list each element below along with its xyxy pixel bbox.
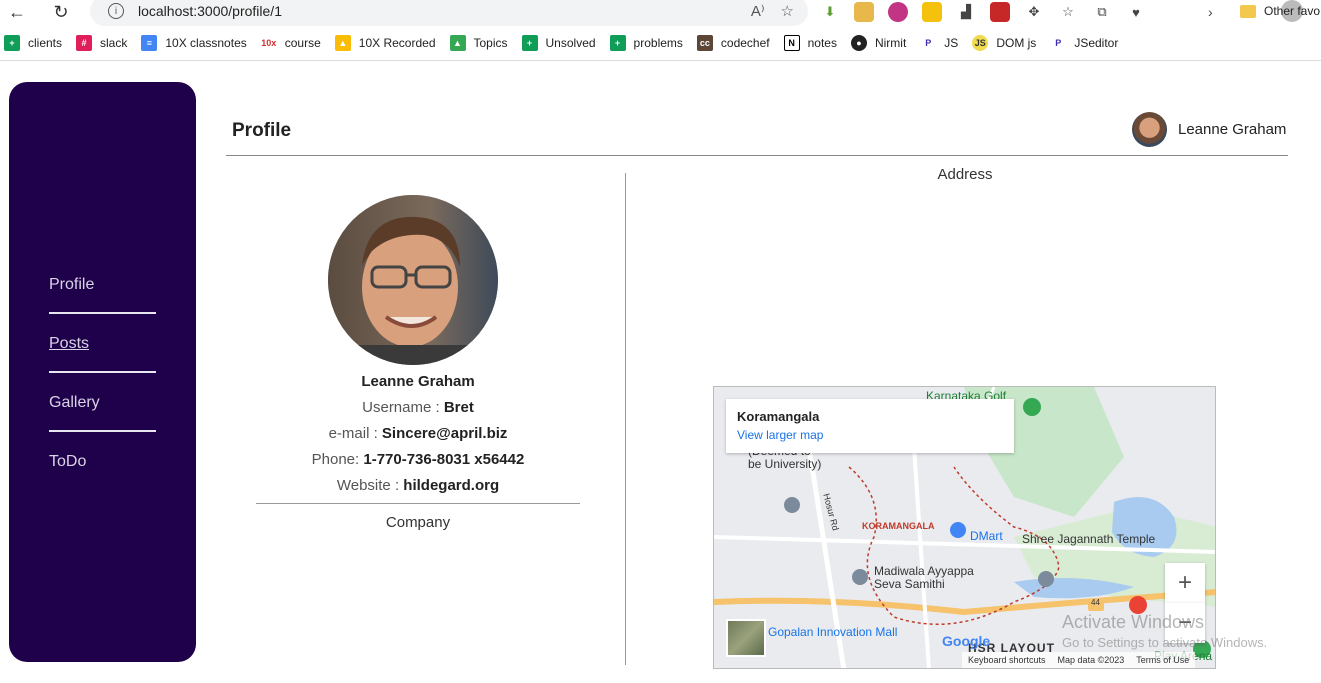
website-row: Website : hildegard.org: [336, 477, 500, 494]
sidebar-item-gallery[interactable]: Gallery: [49, 394, 156, 412]
bookmark-clients[interactable]: + clients: [4, 35, 62, 51]
profile-name: Leanne Graham: [361, 373, 475, 390]
chevron-right-icon[interactable]: ›: [1208, 4, 1213, 20]
map-label-koramangala: KORAMANGALA: [862, 521, 935, 531]
address-label: Address: [937, 166, 993, 183]
sidebar-item-posts[interactable]: Posts: [49, 335, 156, 353]
map-info-card: Koramangala View larger map: [726, 399, 1014, 453]
sidebar-divider: [49, 371, 156, 373]
avatar[interactable]: [1132, 112, 1167, 147]
column-divider: [625, 173, 626, 665]
bookmark-problems[interactable]: + problems: [609, 35, 683, 51]
username-row: Username : Bret: [362, 399, 474, 416]
map-footer: Keyboard shortcuts Map data ©2023 Terms …: [962, 652, 1196, 668]
map-label-gopalan: Gopalan Innovation Mall: [768, 625, 898, 639]
collections-icon[interactable]: ⧉: [1092, 2, 1112, 22]
p-icon: P: [920, 35, 937, 51]
back-icon[interactable]: ←: [2, 0, 32, 24]
email-value: Sincere@april.biz: [381, 425, 508, 442]
bookmark-course[interactable]: 10x course: [260, 35, 321, 51]
page-title: Profile: [232, 120, 292, 141]
header-divider: [226, 155, 1288, 156]
bookmark-10x-classnotes[interactable]: ≡ 10X classnotes: [141, 35, 247, 51]
sidebar-item-todo[interactable]: ToDo: [49, 453, 156, 471]
sidebar-divider: [49, 430, 156, 432]
course-icon: 10x: [260, 35, 277, 51]
p-icon: P: [1050, 35, 1067, 51]
js-icon: JS: [972, 35, 989, 51]
github-icon: ●: [850, 35, 867, 51]
map-place-name: Koramangala: [737, 409, 820, 424]
sidebar: Profile Posts Gallery ToDo: [9, 82, 196, 662]
zoom-in-button[interactable]: +: [1165, 563, 1205, 603]
sidebar-divider: [49, 312, 156, 314]
favorites-icon[interactable]: ☆: [1058, 2, 1078, 22]
phone-row: Phone: 1-770-736-8031 x56442: [311, 451, 525, 468]
bookmark-dom-js[interactable]: JS DOM js: [972, 35, 1036, 51]
bookmark-topics[interactable]: ▲ Topics: [449, 35, 508, 51]
profile-info: Leanne Graham Username : Bret e-mail : S…: [226, 370, 610, 500]
map-label-temple: Shree Jagannath Temple: [1022, 532, 1156, 546]
codechef-icon: cc: [696, 35, 713, 51]
username-value: Bret: [443, 399, 474, 416]
map-label-madiwala: Madiwala Ayyappa Seva Samithi: [874, 564, 974, 591]
site-info-icon[interactable]: i: [108, 3, 124, 19]
read-aloud-icon[interactable]: A⁾: [751, 2, 765, 20]
bookmark-nirmit[interactable]: ● Nirmit: [850, 35, 906, 51]
notion-icon: N: [783, 35, 800, 51]
extension-icon[interactable]: [888, 2, 908, 22]
sidebar-item-profile[interactable]: Profile: [49, 276, 156, 294]
add-favorite-icon[interactable]: ☆: [781, 2, 794, 20]
chrome-divider: [0, 60, 1321, 61]
user-menu[interactable]: Leanne Graham: [1132, 112, 1286, 147]
map-label-dmart: DMart: [970, 529, 1003, 543]
bookmark-notes[interactable]: Nnotes: [783, 35, 837, 51]
map-data-text: Map data ©2023: [1057, 655, 1125, 665]
extension-icon[interactable]: [990, 2, 1010, 22]
browser-toolbar: ← ↻ i localhost:3000/profile/1 A⁾ ☆ ⬇ ▟ …: [0, 0, 1321, 28]
company-label: Company: [385, 514, 451, 531]
bookmark-jseditor[interactable]: P JSeditor: [1050, 35, 1118, 51]
terms-link[interactable]: Terms of Use: [1136, 655, 1189, 665]
user-name: Leanne Graham: [1178, 121, 1287, 138]
sheets-icon: +: [609, 35, 626, 51]
profile-photo: [328, 195, 498, 365]
other-favorites[interactable]: Other favo: [1240, 4, 1320, 18]
slack-icon: #: [76, 35, 93, 51]
company-divider: [256, 503, 580, 504]
download-extension-icon[interactable]: ⬇: [820, 2, 840, 22]
windows-activation-watermark: Activate Windows Go to Settings to activ…: [1062, 612, 1268, 650]
google-logo: Google: [942, 633, 991, 649]
bookmark-js[interactable]: P JS: [920, 35, 958, 51]
puzzle-icon[interactable]: ✥: [1024, 2, 1044, 22]
sheets-icon: +: [4, 35, 20, 51]
health-icon[interactable]: ♥: [1126, 2, 1146, 22]
email-row: e-mail : Sincere@april.biz: [328, 425, 508, 442]
map-label-road: 44: [1091, 598, 1100, 607]
bookmark-10x-recorded[interactable]: ▲ 10X Recorded: [334, 35, 436, 51]
view-larger-map-link[interactable]: View larger map: [737, 428, 1003, 442]
extension-icon[interactable]: [922, 2, 942, 22]
bookmark-slack[interactable]: # slack: [76, 35, 127, 51]
phone-value: 1-770-736-8031 x56442: [363, 451, 525, 468]
keyboard-shortcuts-link[interactable]: Keyboard shortcuts: [968, 655, 1046, 665]
bookmark-unsolved[interactable]: + Unsolved: [521, 35, 596, 51]
drive-icon: ▲: [449, 35, 466, 51]
bookmarks-bar: + clients # slack ≡ 10X classnotes 10x cours…: [0, 30, 1321, 56]
chart-extension-icon[interactable]: ▟: [956, 2, 976, 22]
drive-icon: ▲: [334, 35, 351, 51]
url-text[interactable]: localhost:3000/profile/1: [138, 3, 282, 19]
address-bar[interactable]: i localhost:3000/profile/1 A⁾ ☆: [90, 0, 808, 26]
reload-icon[interactable]: ↻: [46, 0, 76, 24]
website-value: hildegard.org: [403, 477, 500, 494]
folder-icon: [1240, 4, 1256, 18]
sheets-icon: +: [521, 35, 538, 51]
plus-icon: +: [1177, 569, 1192, 596]
docs-icon: ≡: [141, 35, 158, 51]
map-type-toggle[interactable]: [726, 619, 766, 657]
extension-icon[interactable]: [854, 2, 874, 22]
bookmark-codechef[interactable]: cc codechef: [696, 35, 770, 51]
